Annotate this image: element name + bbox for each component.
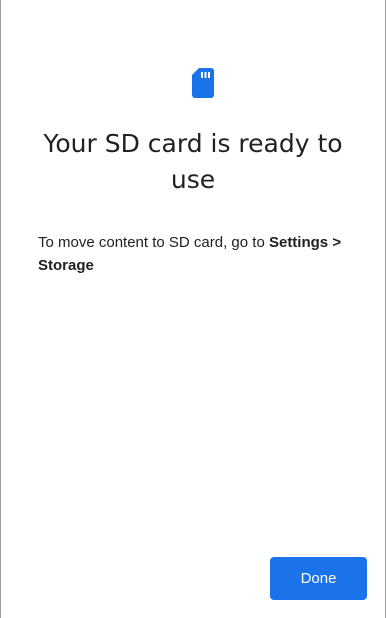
sd-card-ready-screen: Your SD card is ready to use To move con… [0, 0, 386, 618]
instructions-prefix: To move content to SD card, go to [38, 234, 269, 251]
sd-card-icon [192, 68, 214, 98]
settings-link-text: Settings [268, 234, 329, 251]
instructions-text: To move content to SD card, go to Settin… [38, 231, 365, 277]
done-button[interactable]: Done [270, 557, 367, 600]
page-title: Your SD card is ready to use [43, 129, 343, 194]
